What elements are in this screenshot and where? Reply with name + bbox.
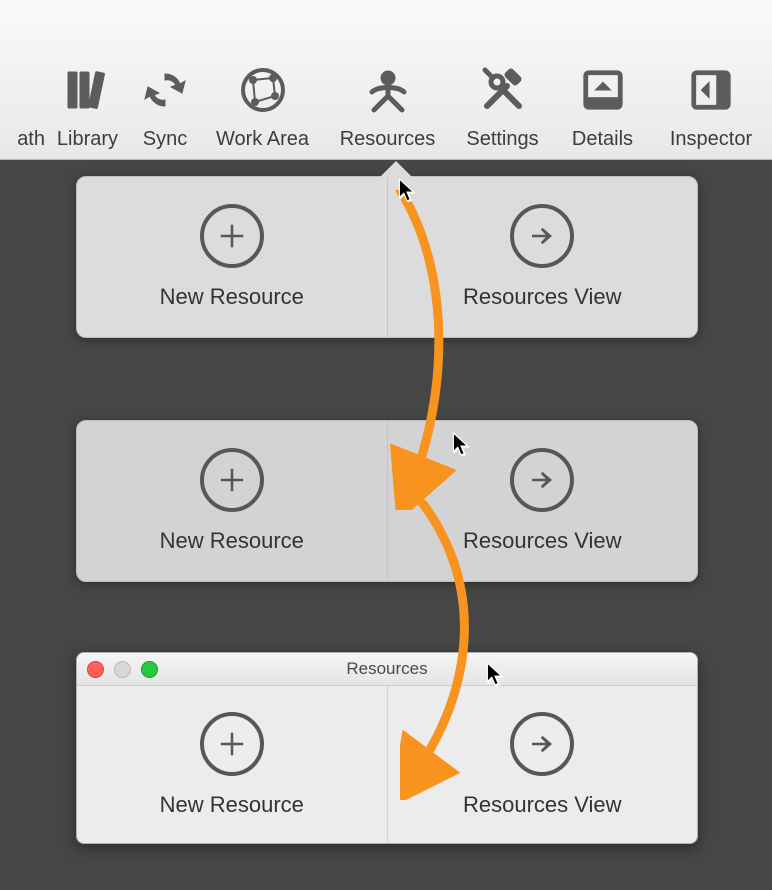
popover-arrow [380,161,412,177]
resources-icon [360,62,416,118]
new-resource-label: New Resource [160,528,304,554]
toolbar-label: Work Area [216,128,309,151]
resources-view-button[interactable]: Resources View [388,421,698,581]
new-resource-button[interactable]: New Resource [77,421,388,581]
sync-icon [137,62,193,118]
settings-icon [475,62,531,118]
cursor-icon [398,178,416,204]
toolbar-label: Library [57,128,118,151]
resources-view-button[interactable]: Resources View [388,177,698,337]
resources-view-button[interactable]: Resources View [388,686,698,844]
toolbar-item-path[interactable]: ath [0,62,45,151]
library-icon [60,62,116,118]
arrow-right-circle-icon [510,448,574,512]
workarea-icon [235,62,291,118]
path-icon [0,62,51,118]
details-icon [575,62,631,118]
new-resource-label: New Resource [160,284,304,310]
toolbar-item-workarea[interactable]: Work Area [200,62,325,151]
resources-popover-2: New Resource Resources View [76,420,698,582]
toolbar-item-library[interactable]: Library [45,62,130,151]
toolbar-label: Details [572,128,633,151]
toolbar-item-resources[interactable]: Resources [325,62,450,151]
new-resource-button[interactable]: New Resource [77,177,388,337]
toolbar-item-settings[interactable]: Settings [450,62,555,151]
resources-view-label: Resources View [463,528,622,554]
plus-circle-icon [200,448,264,512]
resources-window: Resources New Resource Resources View [76,652,698,844]
toolbar-label: Sync [143,128,187,151]
resources-popover-1: New Resource Resources View [76,176,698,338]
window-title: Resources [77,659,697,679]
new-resource-button[interactable]: New Resource [77,686,388,844]
plus-circle-icon [200,712,264,776]
toolbar-item-details[interactable]: Details [555,62,650,151]
toolbar-label: Settings [466,128,538,151]
window-titlebar[interactable]: Resources [77,653,697,686]
resources-view-label: Resources View [463,792,622,818]
toolbar-label: Inspector [670,128,752,151]
arrow-right-circle-icon [510,204,574,268]
toolbar-label: ath [0,128,45,151]
toolbar-item-inspector[interactable]: Inspector [650,62,772,151]
cursor-icon [452,432,470,458]
arrow-right-circle-icon [510,712,574,776]
plus-circle-icon [200,204,264,268]
new-resource-label: New Resource [160,792,304,818]
cursor-icon [486,662,504,688]
resources-view-label: Resources View [463,284,622,310]
inspector-icon [683,62,739,118]
toolbar: ath Library Sync [0,0,772,160]
toolbar-label: Resources [340,128,436,151]
toolbar-item-sync[interactable]: Sync [130,62,200,151]
